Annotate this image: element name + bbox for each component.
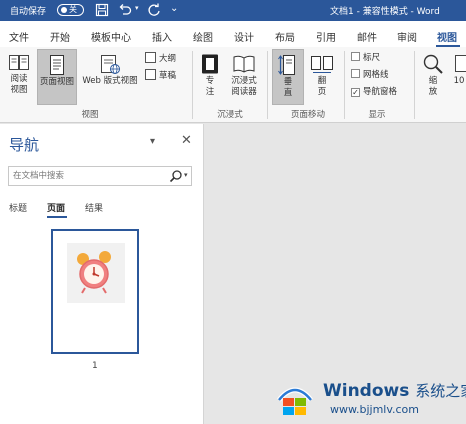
nav-pane-title: 导航	[9, 136, 40, 154]
gridlines-check-icon	[351, 69, 360, 78]
print-layout-label: 页面视图	[39, 77, 74, 87]
tab-template-center[interactable]: 模板中心	[91, 29, 131, 44]
group-separator	[267, 51, 268, 119]
views-group-label: 视图	[81, 110, 99, 120]
nav-active-tab-indicator	[47, 216, 67, 218]
tab-home[interactable]: 开始	[50, 29, 70, 44]
search-box: ▾	[8, 166, 192, 186]
search-icon[interactable]	[169, 169, 183, 183]
zoom-100-icon	[455, 55, 466, 72]
search-input[interactable]	[13, 167, 163, 185]
page-movement-group-label: 页面移动	[290, 110, 325, 120]
alarm-clock-image	[67, 243, 125, 303]
nav-pane-label: 导航窗格	[363, 87, 398, 97]
nav-pane-checkbox[interactable]: ✓ 导航窗格	[351, 86, 397, 98]
web-layout-button[interactable]: Web 版式视图	[79, 49, 141, 105]
tab-file[interactable]: 文件	[9, 29, 29, 44]
outline-icon	[145, 52, 156, 63]
redo-icon[interactable]	[146, 2, 162, 18]
undo-dropdown-icon[interactable]: ▾	[135, 4, 139, 12]
draft-icon	[145, 69, 156, 80]
zoom-label: 缩 放	[428, 76, 438, 97]
watermark-url: www.bjjmlv.com	[330, 403, 419, 416]
outline-label: 大纲	[159, 54, 177, 64]
group-separator	[344, 51, 345, 119]
toggle-knob	[61, 7, 67, 13]
tab-headings[interactable]: 标题	[9, 201, 27, 214]
draft-label: 草稿	[159, 71, 177, 81]
print-layout-icon	[50, 55, 64, 75]
immersive-reader-icon	[233, 55, 255, 73]
focus-icon	[202, 54, 218, 74]
outline-button[interactable]: 大纲	[145, 52, 176, 65]
tab-insert[interactable]: 插入	[152, 29, 172, 44]
read-mode-button[interactable]: 阅读 视图	[3, 49, 35, 105]
tab-references[interactable]: 引用	[316, 29, 336, 44]
tab-mailings[interactable]: 邮件	[357, 29, 377, 44]
zoom-button[interactable]: 缩 放	[419, 49, 447, 105]
immersive-reader-label: 沉浸式 阅读器	[231, 76, 257, 97]
close-icon[interactable]: ✕	[181, 133, 192, 148]
zoom-100-button[interactable]: 10	[452, 49, 466, 105]
magnifier-icon	[423, 54, 443, 74]
ribbon-tabs: 文件 开始 模板中心 插入 绘图 设计 布局 引用 邮件 审阅 视图	[0, 21, 466, 47]
watermark-brand-cn: 系统之家	[415, 382, 466, 400]
side-to-side-button[interactable]: 翻 页	[306, 49, 338, 105]
print-layout-button[interactable]: 页面视图	[37, 49, 77, 105]
ruler-check-icon	[351, 52, 360, 61]
web-layout-label: Web 版式视图	[82, 76, 138, 86]
tab-review[interactable]: 审阅	[397, 29, 417, 44]
ribbon: 阅读 视图 页面视图 Web 版式视图 大纲 草稿 视图 专 注 沉浸式 阅读器…	[0, 47, 466, 123]
document-title: 文档1 - 兼容性模式 - Word	[330, 7, 440, 17]
alarm-clock-icon	[77, 251, 111, 294]
gridlines-checkbox[interactable]: 网格线	[351, 69, 389, 81]
navigation-pane: 导航 ▾ ✕ ▾ 标题 页面 结果 1	[0, 124, 204, 424]
side-to-side-icon	[311, 56, 333, 73]
read-mode-label: 阅读 视图	[10, 74, 28, 95]
vertical-icon	[278, 55, 295, 75]
watermark-brand-en: Windows	[323, 381, 410, 401]
ruler-checkbox[interactable]: 标尺	[351, 52, 380, 64]
autosave-state: 关	[69, 5, 77, 14]
page-number: 1	[92, 361, 98, 371]
focus-button[interactable]: 专 注	[197, 49, 223, 105]
web-layout-icon	[101, 55, 120, 74]
immersive-group-label: 沉浸式	[217, 110, 243, 120]
vertical-button[interactable]: 垂 直	[272, 49, 304, 105]
tab-layout[interactable]: 布局	[275, 29, 295, 44]
side-to-side-label: 翻 页	[317, 76, 327, 97]
draft-button[interactable]: 草稿	[145, 69, 176, 82]
tab-draw[interactable]: 绘图	[193, 29, 213, 44]
document-canvas[interactable]	[205, 124, 466, 424]
ruler-label: 标尺	[363, 53, 381, 63]
gridlines-label: 网格线	[363, 70, 389, 80]
search-dropdown-icon[interactable]: ▾	[184, 171, 188, 179]
page-thumbnail[interactable]	[51, 229, 139, 354]
autosave-label: 自动保存	[10, 7, 47, 17]
tab-pages[interactable]: 页面	[47, 201, 65, 214]
tab-design[interactable]: 设计	[234, 29, 254, 44]
zoom-100-label: 10	[453, 76, 465, 86]
tab-view[interactable]: 视图	[437, 29, 457, 44]
save-icon[interactable]	[94, 2, 110, 18]
nav-pane-check-icon: ✓	[351, 88, 360, 97]
title-bar: 自动保存 关 ▾ ⌄ 文档1 - 兼容性模式 - Word	[0, 0, 466, 21]
group-separator	[414, 51, 415, 119]
focus-label: 专 注	[205, 76, 215, 97]
autosave-toggle[interactable]: 关	[57, 4, 84, 16]
undo-icon[interactable]	[117, 2, 133, 18]
tab-results[interactable]: 结果	[85, 201, 103, 214]
read-mode-icon	[9, 55, 29, 70]
windows-logo-icon	[277, 387, 313, 415]
vertical-label: 垂 直	[283, 77, 293, 98]
customize-toolbar-icon[interactable]: ⌄	[170, 3, 178, 14]
watermark-brand: Windows 系统之家	[323, 380, 466, 401]
immersive-reader-button[interactable]: 沉浸式 阅读器	[226, 49, 262, 105]
show-group-label: 显示	[368, 110, 386, 120]
group-separator	[192, 51, 193, 119]
nav-options-icon[interactable]: ▾	[150, 136, 155, 147]
